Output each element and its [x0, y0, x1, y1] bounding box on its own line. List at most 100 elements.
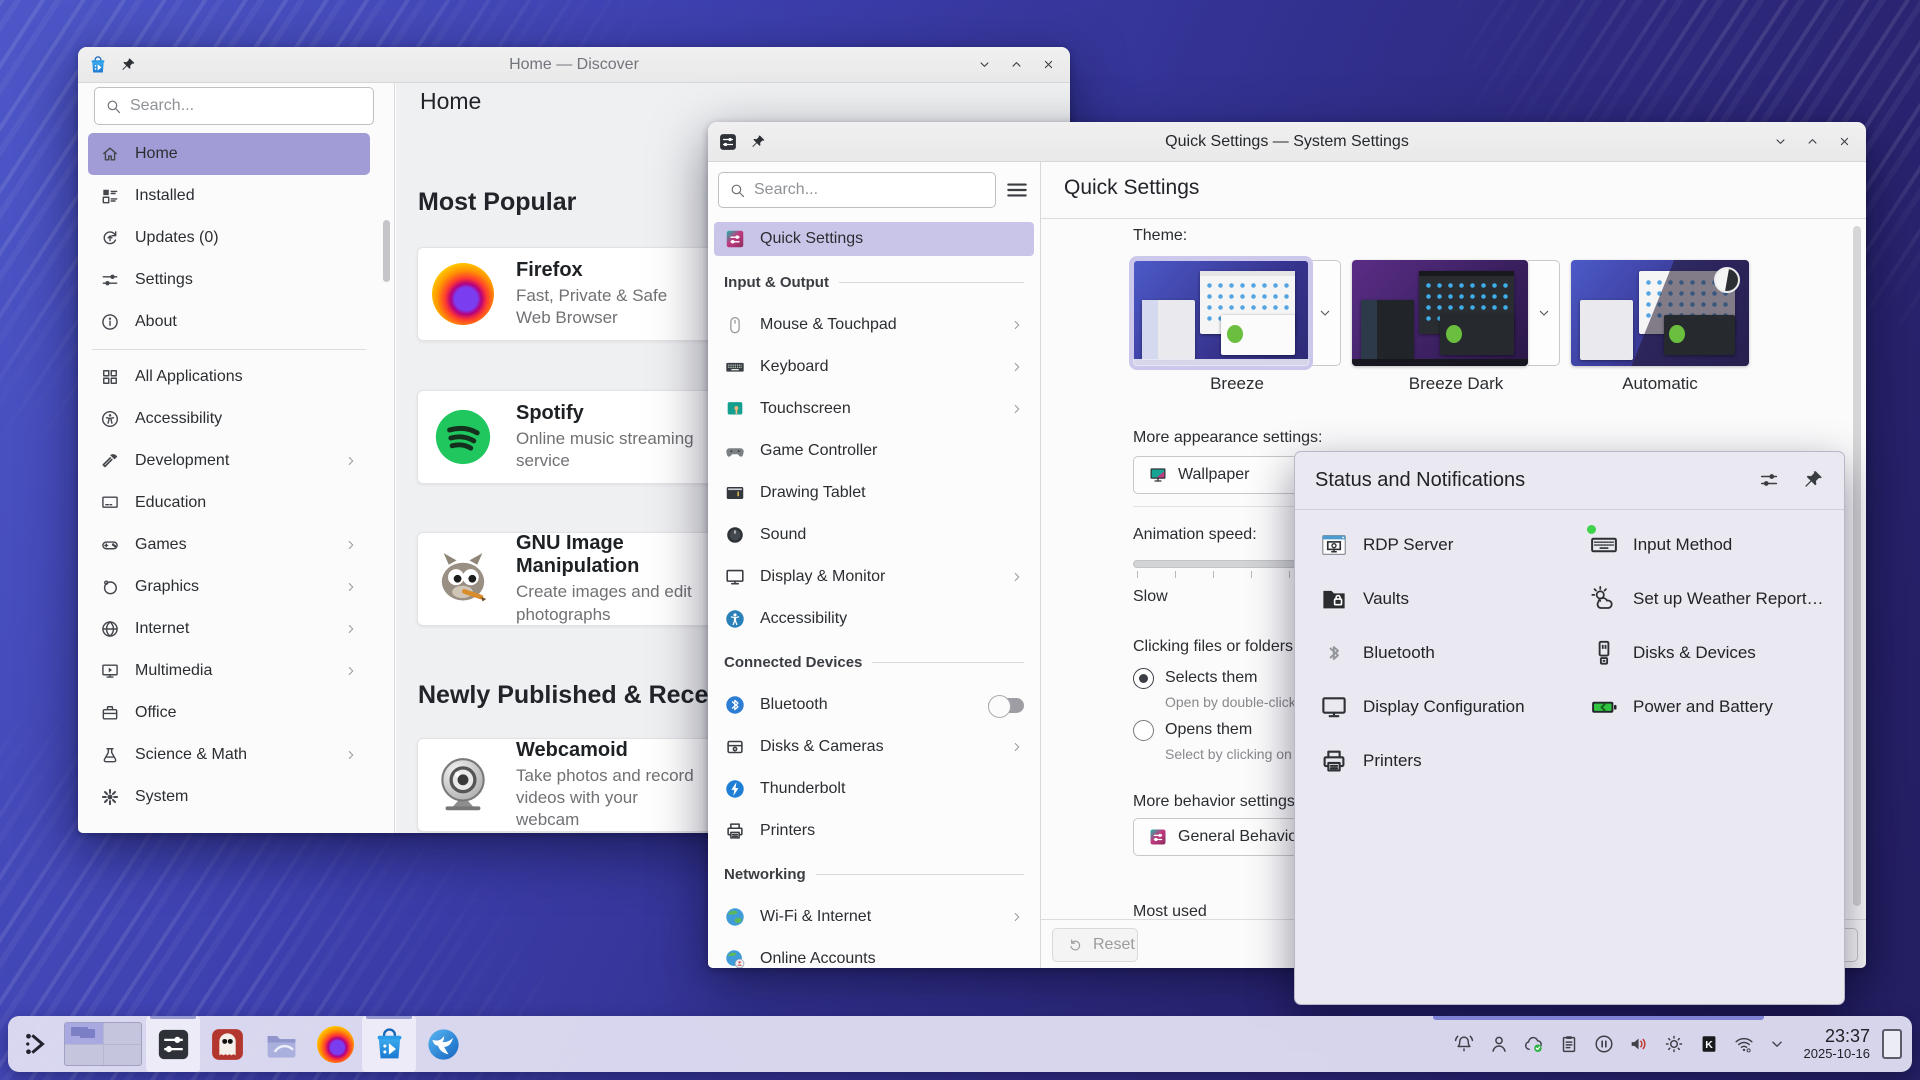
radio-label[interactable]: Selects them — [1165, 669, 1257, 687]
sidebar-item-all-applications[interactable]: All Applications — [88, 356, 370, 398]
sidebar-item-game-controller[interactable]: Game Controller — [708, 430, 1040, 472]
sidebar-item-drawing-tablet[interactable]: Drawing Tablet — [708, 472, 1040, 514]
close-button[interactable] — [1837, 134, 1852, 149]
minimize-button[interactable] — [1773, 134, 1788, 149]
search-input[interactable] — [130, 97, 363, 115]
status-item-weather-report[interactable]: Set up Weather Report… — [1589, 572, 1824, 626]
sidebar-item-development[interactable]: Development — [88, 440, 370, 482]
keyboard-layout-icon[interactable]: K — [1698, 1033, 1720, 1055]
pager-desktop-2[interactable] — [104, 1023, 142, 1044]
pager-desktop-4[interactable] — [104, 1045, 142, 1066]
sidebar-item-system[interactable]: System — [88, 776, 370, 818]
bluetooth-toggle[interactable] — [988, 698, 1024, 713]
status-item-bluetooth[interactable]: Bluetooth — [1319, 626, 1525, 680]
system-settings-titlebar[interactable]: Quick Settings — System Settings — [708, 122, 1866, 162]
user-icon[interactable] — [1488, 1033, 1510, 1055]
pin-icon[interactable] — [750, 134, 766, 150]
application-launcher-button[interactable] — [14, 1021, 60, 1067]
sidebar-item-installed[interactable]: Installed — [88, 175, 370, 217]
status-item-label: Set up Weather Report… — [1633, 589, 1824, 609]
peek-at-desktop-button[interactable] — [1882, 1029, 1902, 1059]
sidebar-item-printers[interactable]: Printers — [708, 810, 1040, 852]
radio-label[interactable]: Opens them — [1165, 721, 1252, 739]
task-falkon[interactable] — [416, 1016, 470, 1072]
theme-option-automatic[interactable] — [1571, 260, 1749, 366]
sidebar-item-graphics[interactable]: Graphics — [88, 566, 370, 608]
status-item-power-battery[interactable]: Power and Battery — [1589, 680, 1824, 734]
sidebar-item-settings[interactable]: Settings — [88, 259, 370, 301]
status-item-display-configuration[interactable]: Display Configuration — [1319, 680, 1525, 734]
discover-titlebar[interactable]: Home — Discover — [78, 47, 1070, 83]
sidebar-item-mouse-touchpad[interactable]: Mouse & Touchpad — [708, 304, 1040, 346]
discover-search[interactable] — [94, 87, 374, 125]
pager-desktop-1[interactable] — [65, 1023, 103, 1044]
status-item-disks-devices[interactable]: Disks & Devices — [1589, 626, 1824, 680]
sidebar-item-touchscreen[interactable]: Touchscreen — [708, 388, 1040, 430]
sidebar-item-about[interactable]: About — [88, 301, 370, 343]
sidebar-scrollbar[interactable] — [383, 220, 390, 282]
digital-clock[interactable]: 23:37 2025-10-16 — [1804, 1026, 1871, 1062]
hamburger-menu-icon[interactable] — [1004, 177, 1030, 203]
status-item-rdp-server[interactable]: RDP Server — [1319, 518, 1525, 572]
selects-them-radio[interactable] — [1133, 668, 1154, 689]
sidebar-item-updates[interactable]: Updates (0) — [88, 217, 370, 259]
notifications-icon[interactable] — [1453, 1033, 1475, 1055]
theme-option-breeze-dark[interactable] — [1352, 260, 1560, 366]
theme-breeze-dropdown-button[interactable] — [1309, 260, 1341, 366]
content-scrollbar[interactable] — [1853, 226, 1861, 906]
volume-icon[interactable] — [1628, 1033, 1650, 1055]
wifi-icon[interactable] — [1733, 1033, 1755, 1055]
task-ghostwriter[interactable] — [200, 1016, 254, 1072]
sidebar-item-accessibility[interactable]: Accessibility — [708, 598, 1040, 640]
search-input[interactable] — [754, 181, 985, 199]
theme-thumbnail-breeze[interactable] — [1133, 260, 1309, 366]
sidebar-item-education[interactable]: Education — [88, 482, 370, 524]
sidebar-item-internet[interactable]: Internet — [88, 608, 370, 650]
task-discover[interactable] — [362, 1016, 416, 1072]
sidebar-item-keyboard[interactable]: Keyboard — [708, 346, 1040, 388]
pin-icon[interactable] — [1802, 469, 1824, 491]
configure-icon[interactable] — [1758, 469, 1780, 491]
status-item-printers[interactable]: Printers — [1319, 734, 1525, 788]
sidebar-item-thunderbolt[interactable]: Thunderbolt — [708, 768, 1040, 810]
pager-desktop-3[interactable] — [65, 1045, 103, 1066]
media-pause-icon[interactable] — [1593, 1033, 1615, 1055]
maximize-button[interactable] — [1805, 134, 1820, 149]
sidebar-item-disks-cameras[interactable]: Disks & Cameras — [708, 726, 1040, 768]
theme-breeze-dark-dropdown-button[interactable] — [1528, 260, 1560, 366]
expand-tray-icon[interactable] — [1768, 1035, 1786, 1053]
reset-button[interactable]: Reset — [1052, 928, 1138, 962]
theme-option-breeze[interactable] — [1133, 260, 1341, 366]
cloud-sync-icon[interactable] — [1523, 1033, 1545, 1055]
close-button[interactable] — [1041, 57, 1056, 72]
sidebar-item-multimedia[interactable]: Multimedia — [88, 650, 370, 692]
clipboard-icon[interactable] — [1558, 1033, 1580, 1055]
settings-search[interactable] — [718, 172, 996, 208]
sidebar-item-sound[interactable]: Sound — [708, 514, 1040, 556]
virtual-desktop-pager[interactable] — [64, 1022, 142, 1066]
sidebar-item-label: Thunderbolt — [760, 780, 845, 798]
status-item-input-method[interactable]: Input Method — [1589, 518, 1824, 572]
minimize-button[interactable] — [977, 57, 992, 72]
task-system-settings[interactable] — [146, 1016, 200, 1072]
sidebar-item-display-monitor[interactable]: Display & Monitor — [708, 556, 1040, 598]
theme-thumbnail-automatic[interactable] — [1571, 260, 1749, 366]
maximize-button[interactable] — [1009, 57, 1024, 72]
opens-them-radio[interactable] — [1133, 720, 1154, 741]
sidebar-item-online-accounts[interactable]: Online Accounts — [708, 938, 1040, 968]
sidebar-item-quick-settings[interactable]: Quick Settings — [714, 222, 1034, 256]
sidebar-item-accessibility[interactable]: Accessibility — [88, 398, 370, 440]
pin-icon[interactable] — [120, 57, 136, 73]
task-dolphin[interactable] — [254, 1016, 308, 1072]
sidebar-item-wifi-internet[interactable]: Wi-Fi & Internet — [708, 896, 1040, 938]
sidebar-item-home[interactable]: Home — [88, 133, 370, 175]
theme-thumbnail-breeze-dark[interactable] — [1352, 260, 1528, 366]
sidebar-item-office[interactable]: Office — [88, 692, 370, 734]
brightness-icon[interactable] — [1663, 1033, 1685, 1055]
sidebar-item-games[interactable]: Games — [88, 524, 370, 566]
task-firefox[interactable] — [308, 1016, 362, 1072]
sidebar-item-science-math[interactable]: Science & Math — [88, 734, 370, 776]
discover-app-icon — [88, 55, 108, 75]
status-item-vaults[interactable]: Vaults — [1319, 572, 1525, 626]
sidebar-item-bluetooth[interactable]: Bluetooth — [708, 684, 1040, 726]
